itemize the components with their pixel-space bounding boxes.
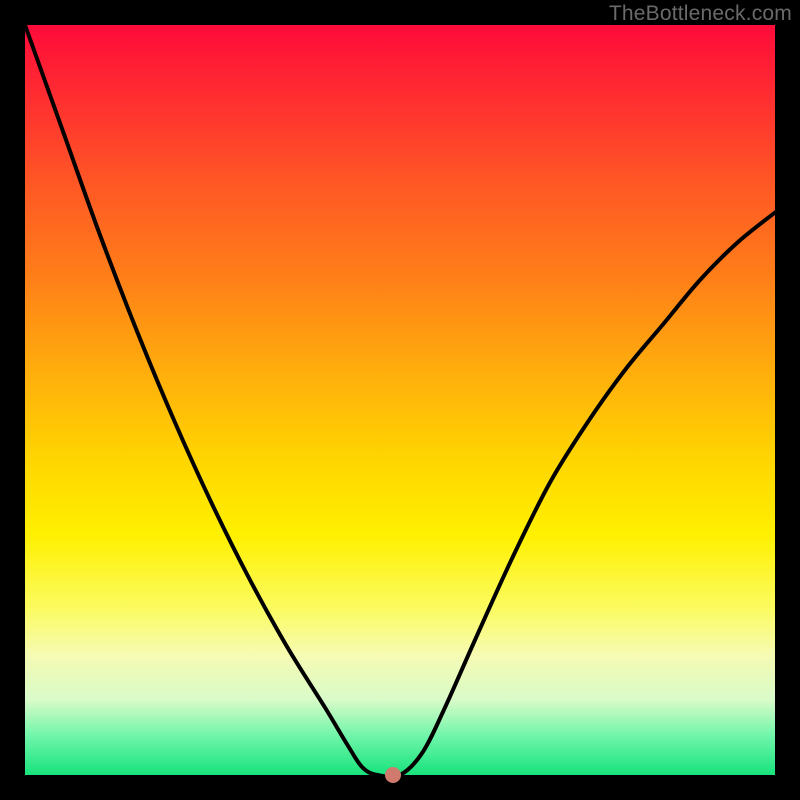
minimum-marker-icon — [385, 767, 401, 783]
chart-frame: TheBottleneck.com — [0, 0, 800, 800]
curve-svg — [25, 25, 775, 775]
watermark-text: TheBottleneck.com — [609, 2, 792, 26]
bottleneck-curve — [25, 25, 775, 777]
plot-area — [25, 25, 775, 775]
